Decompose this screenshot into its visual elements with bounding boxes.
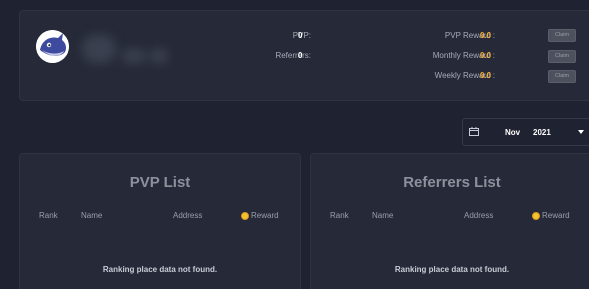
pvp-reward-value: 0.0 — [480, 31, 492, 40]
referrers-list-title: Referrers List — [403, 174, 501, 191]
coin-icon — [241, 212, 249, 220]
column-header-rank: Rank — [39, 211, 58, 220]
pvp-list-card: PVP List Rank Name Address Reward Rankin… — [19, 153, 301, 289]
referrers-value: 0 — [298, 51, 303, 60]
chevron-down-icon[interactable] — [578, 130, 584, 134]
claim-pvp-reward-button[interactable]: Claim — [548, 29, 576, 42]
shark-logo-icon — [36, 30, 69, 63]
claim-monthly-reward-button[interactable]: Claim — [548, 50, 576, 63]
selected-year: 2021 — [533, 128, 551, 137]
column-header-name: Name — [372, 211, 394, 220]
empty-state-message: Ranking place data not found. — [394, 265, 510, 274]
selected-month: Nov — [505, 128, 521, 137]
claim-weekly-reward-button[interactable]: Claim — [548, 70, 576, 83]
month-year-picker[interactable]: Nov 2021 — [462, 118, 589, 146]
coin-icon — [532, 212, 540, 220]
column-header-rank: Rank — [330, 211, 349, 220]
column-header-name: Name — [81, 211, 103, 220]
weekly-reward-value: 0.0 — [480, 71, 492, 80]
calendar-icon — [469, 127, 479, 136]
column-header-reward: Reward — [542, 211, 570, 220]
pvp-list-title: PVP List — [129, 174, 191, 191]
empty-state-message: Ranking place data not found. — [102, 265, 218, 274]
column-header-address: Address — [464, 211, 494, 220]
monthly-reward-value: 0.0 — [480, 51, 492, 60]
column-header-reward: Reward — [251, 211, 279, 220]
referrers-label: Referrers: — [275, 51, 311, 60]
username-redacted — [76, 29, 171, 67]
avatar[interactable] — [36, 30, 69, 63]
referrers-list-card: Referrers List Rank Name Address Reward … — [310, 153, 589, 289]
column-header-address: Address — [173, 211, 203, 220]
profile-card: PVP: 0 Referrers: 0 PVP Reward : 0.0 Cla… — [19, 10, 589, 101]
pvp-value: 0 — [298, 31, 303, 40]
